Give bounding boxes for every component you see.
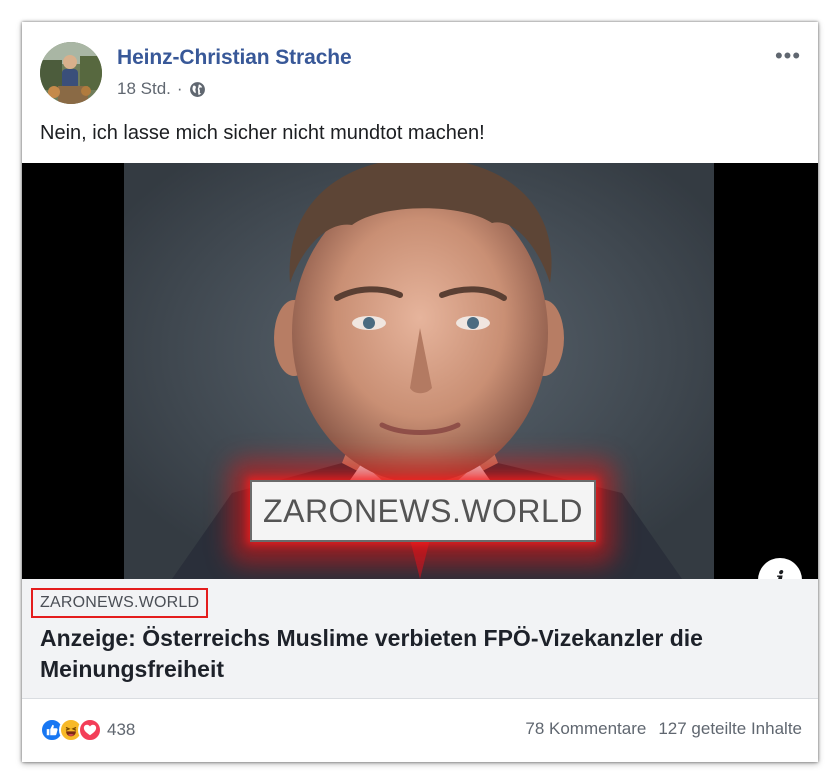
shares-count-link[interactable]: 127 geteilte Inhalte <box>658 719 802 739</box>
image-watermark: ZARONEWS.WORLD <box>250 480 596 542</box>
comments-count-link[interactable]: 78 Kommentare <box>525 719 646 739</box>
meta-separator: · <box>176 79 183 98</box>
link-preview[interactable]: ZARONEWS.WORLD Anzeige: Österreichs Musl… <box>22 579 818 699</box>
post-timestamp[interactable]: 18 Std. <box>117 79 171 99</box>
globe-icon[interactable] <box>189 81 206 98</box>
link-domain: ZARONEWS.WORLD <box>31 588 209 618</box>
author-avatar[interactable] <box>40 42 102 104</box>
link-headline[interactable]: Anzeige: Österreichs Muslime verbieten F… <box>40 623 800 685</box>
post-text: Nein, ich lasse mich sicher nicht mundto… <box>40 122 485 144</box>
post-footer: 438 78 Kommentare 127 geteilte Inhalte <box>22 699 818 762</box>
reactions-summary[interactable]: 438 <box>40 718 135 742</box>
reaction-count: 438 <box>107 720 136 739</box>
engagement-stats: 78 Kommentare 127 geteilte Inhalte <box>525 719 802 739</box>
post-card: Heinz-Christian Strache 18 Std. · ••• Ne… <box>22 22 818 762</box>
post-meta: 18 Std. · <box>117 78 206 100</box>
more-options-icon[interactable]: ••• <box>770 43 806 68</box>
love-icon <box>78 718 102 742</box>
author-name[interactable]: Heinz-Christian Strache <box>117 46 352 70</box>
